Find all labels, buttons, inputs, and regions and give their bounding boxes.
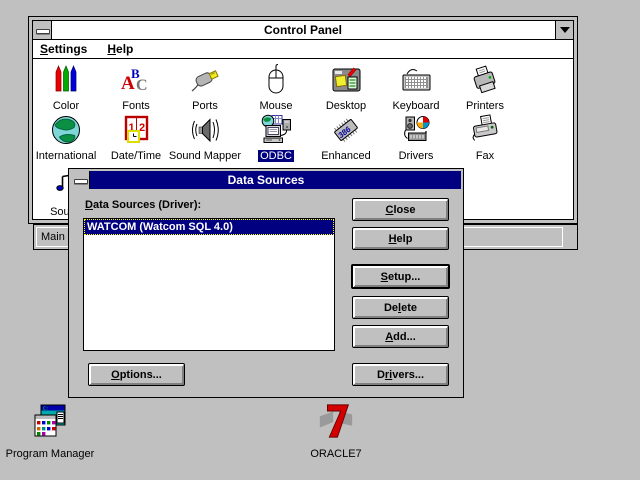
oracle7-icon (294, 402, 378, 445)
drivers-icon (400, 114, 432, 146)
setup-button[interactable]: Setup... (351, 264, 450, 289)
data-sources-driver-label: Data Sources (Driver): (85, 199, 201, 211)
minimize-button[interactable] (555, 21, 573, 39)
cpl-item-label: Color (53, 100, 79, 112)
desktop-icon-label: Program Manager (4, 448, 96, 460)
close-button[interactable]: Close (352, 198, 449, 221)
keyboard-icon (400, 64, 432, 96)
color-icon (50, 64, 82, 96)
cpl-item-desktop[interactable]: Desktop (309, 64, 383, 114)
cpl-item-label: ODBC (258, 150, 294, 162)
fax-icon (469, 114, 501, 146)
main-window-title: Main (41, 231, 65, 243)
control-panel-menubar: Settings Help (33, 40, 573, 59)
cpl-item-ports[interactable]: Ports (168, 64, 242, 114)
svg-text:A: A (121, 73, 135, 94)
cpl-item-label: Date/Time (111, 150, 161, 162)
cpl-item-sound-mapper[interactable]: Sound Mapper (168, 114, 242, 164)
cpl-item-label: Mouse (259, 100, 292, 112)
fonts-icon: BAC (120, 64, 152, 96)
soundmapper-icon (189, 114, 221, 146)
cpl-item-label: Ports (192, 100, 218, 112)
data-sources-dialog: Data Sources Data Sources (Driver): WATC… (68, 168, 464, 398)
program-manager-icon: C: (4, 404, 96, 445)
menu-help[interactable]: Help (107, 42, 133, 56)
printers-icon (469, 64, 501, 96)
desktop-icon-oracle7[interactable]: ORACLE7 (294, 402, 378, 460)
options-button[interactable]: Options... (88, 363, 185, 386)
desktop-icon-program-manager[interactable]: C: Program Manager (4, 404, 96, 460)
help-button[interactable]: Help (352, 227, 449, 250)
cpl-item-fax[interactable]: Fax (448, 114, 522, 164)
mouse-icon (260, 64, 292, 96)
cpl-item-odbc[interactable]: ODBC (239, 114, 313, 164)
cpl-item-keyboard[interactable]: Keyboard (379, 64, 453, 114)
cpl-item-enhanced[interactable]: 386 Enhanced (309, 114, 383, 164)
list-item[interactable]: WATCOM (Watcom SQL 4.0) (84, 219, 334, 235)
drivers-button[interactable]: Drivers... (352, 363, 449, 386)
cpl-item-fonts[interactable]: BAC Fonts (99, 64, 173, 114)
minimize-icon (560, 27, 570, 38)
dialog-titlebar[interactable]: Data Sources (71, 171, 461, 189)
datetime-icon: 12 (120, 114, 152, 146)
desktop-icon (330, 64, 362, 96)
enhanced-icon: 386 (330, 114, 362, 146)
cpl-item-label: Keyboard (392, 100, 439, 112)
cpl-item-label: Sound Mapper (169, 150, 241, 162)
odbc-icon (260, 114, 292, 146)
international-icon (50, 114, 82, 146)
svg-text:C:: C: (43, 406, 49, 412)
control-panel-titlebar[interactable]: Control Panel (33, 21, 573, 40)
cpl-item-drivers[interactable]: Drivers (379, 114, 453, 164)
cpl-item-label: Fax (476, 150, 494, 162)
cpl-item-label: Desktop (326, 100, 366, 112)
add-button[interactable]: Add... (352, 325, 449, 348)
cpl-item-international[interactable]: International (32, 114, 103, 164)
delete-button[interactable]: Delete (352, 296, 449, 319)
svg-text:C: C (136, 77, 148, 94)
dialog-body: Data Sources (Driver): WATCOM (Watcom SQ… (71, 189, 461, 395)
cpl-item-date-time[interactable]: 12 Date/Time (99, 114, 173, 164)
cpl-item-label: Printers (466, 100, 504, 112)
data-sources-listbox[interactable]: WATCOM (Watcom SQL 4.0) (83, 218, 335, 351)
cpl-item-label: International (36, 150, 97, 162)
desktop-icon-label: ORACLE7 (294, 448, 378, 460)
cpl-item-label: Enhanced (321, 150, 371, 162)
dialog-title: Data Sources (71, 171, 461, 189)
menu-settings[interactable]: Settings (40, 42, 87, 56)
cpl-item-color[interactable]: Color (32, 64, 103, 114)
control-panel-title: Control Panel (33, 21, 573, 39)
ports-icon (189, 64, 221, 96)
cpl-item-label: Drivers (399, 150, 434, 162)
cpl-item-label: Fonts (122, 100, 150, 112)
cpl-item-printers[interactable]: Printers (448, 64, 522, 114)
cpl-item-mouse[interactable]: Mouse (239, 64, 313, 114)
